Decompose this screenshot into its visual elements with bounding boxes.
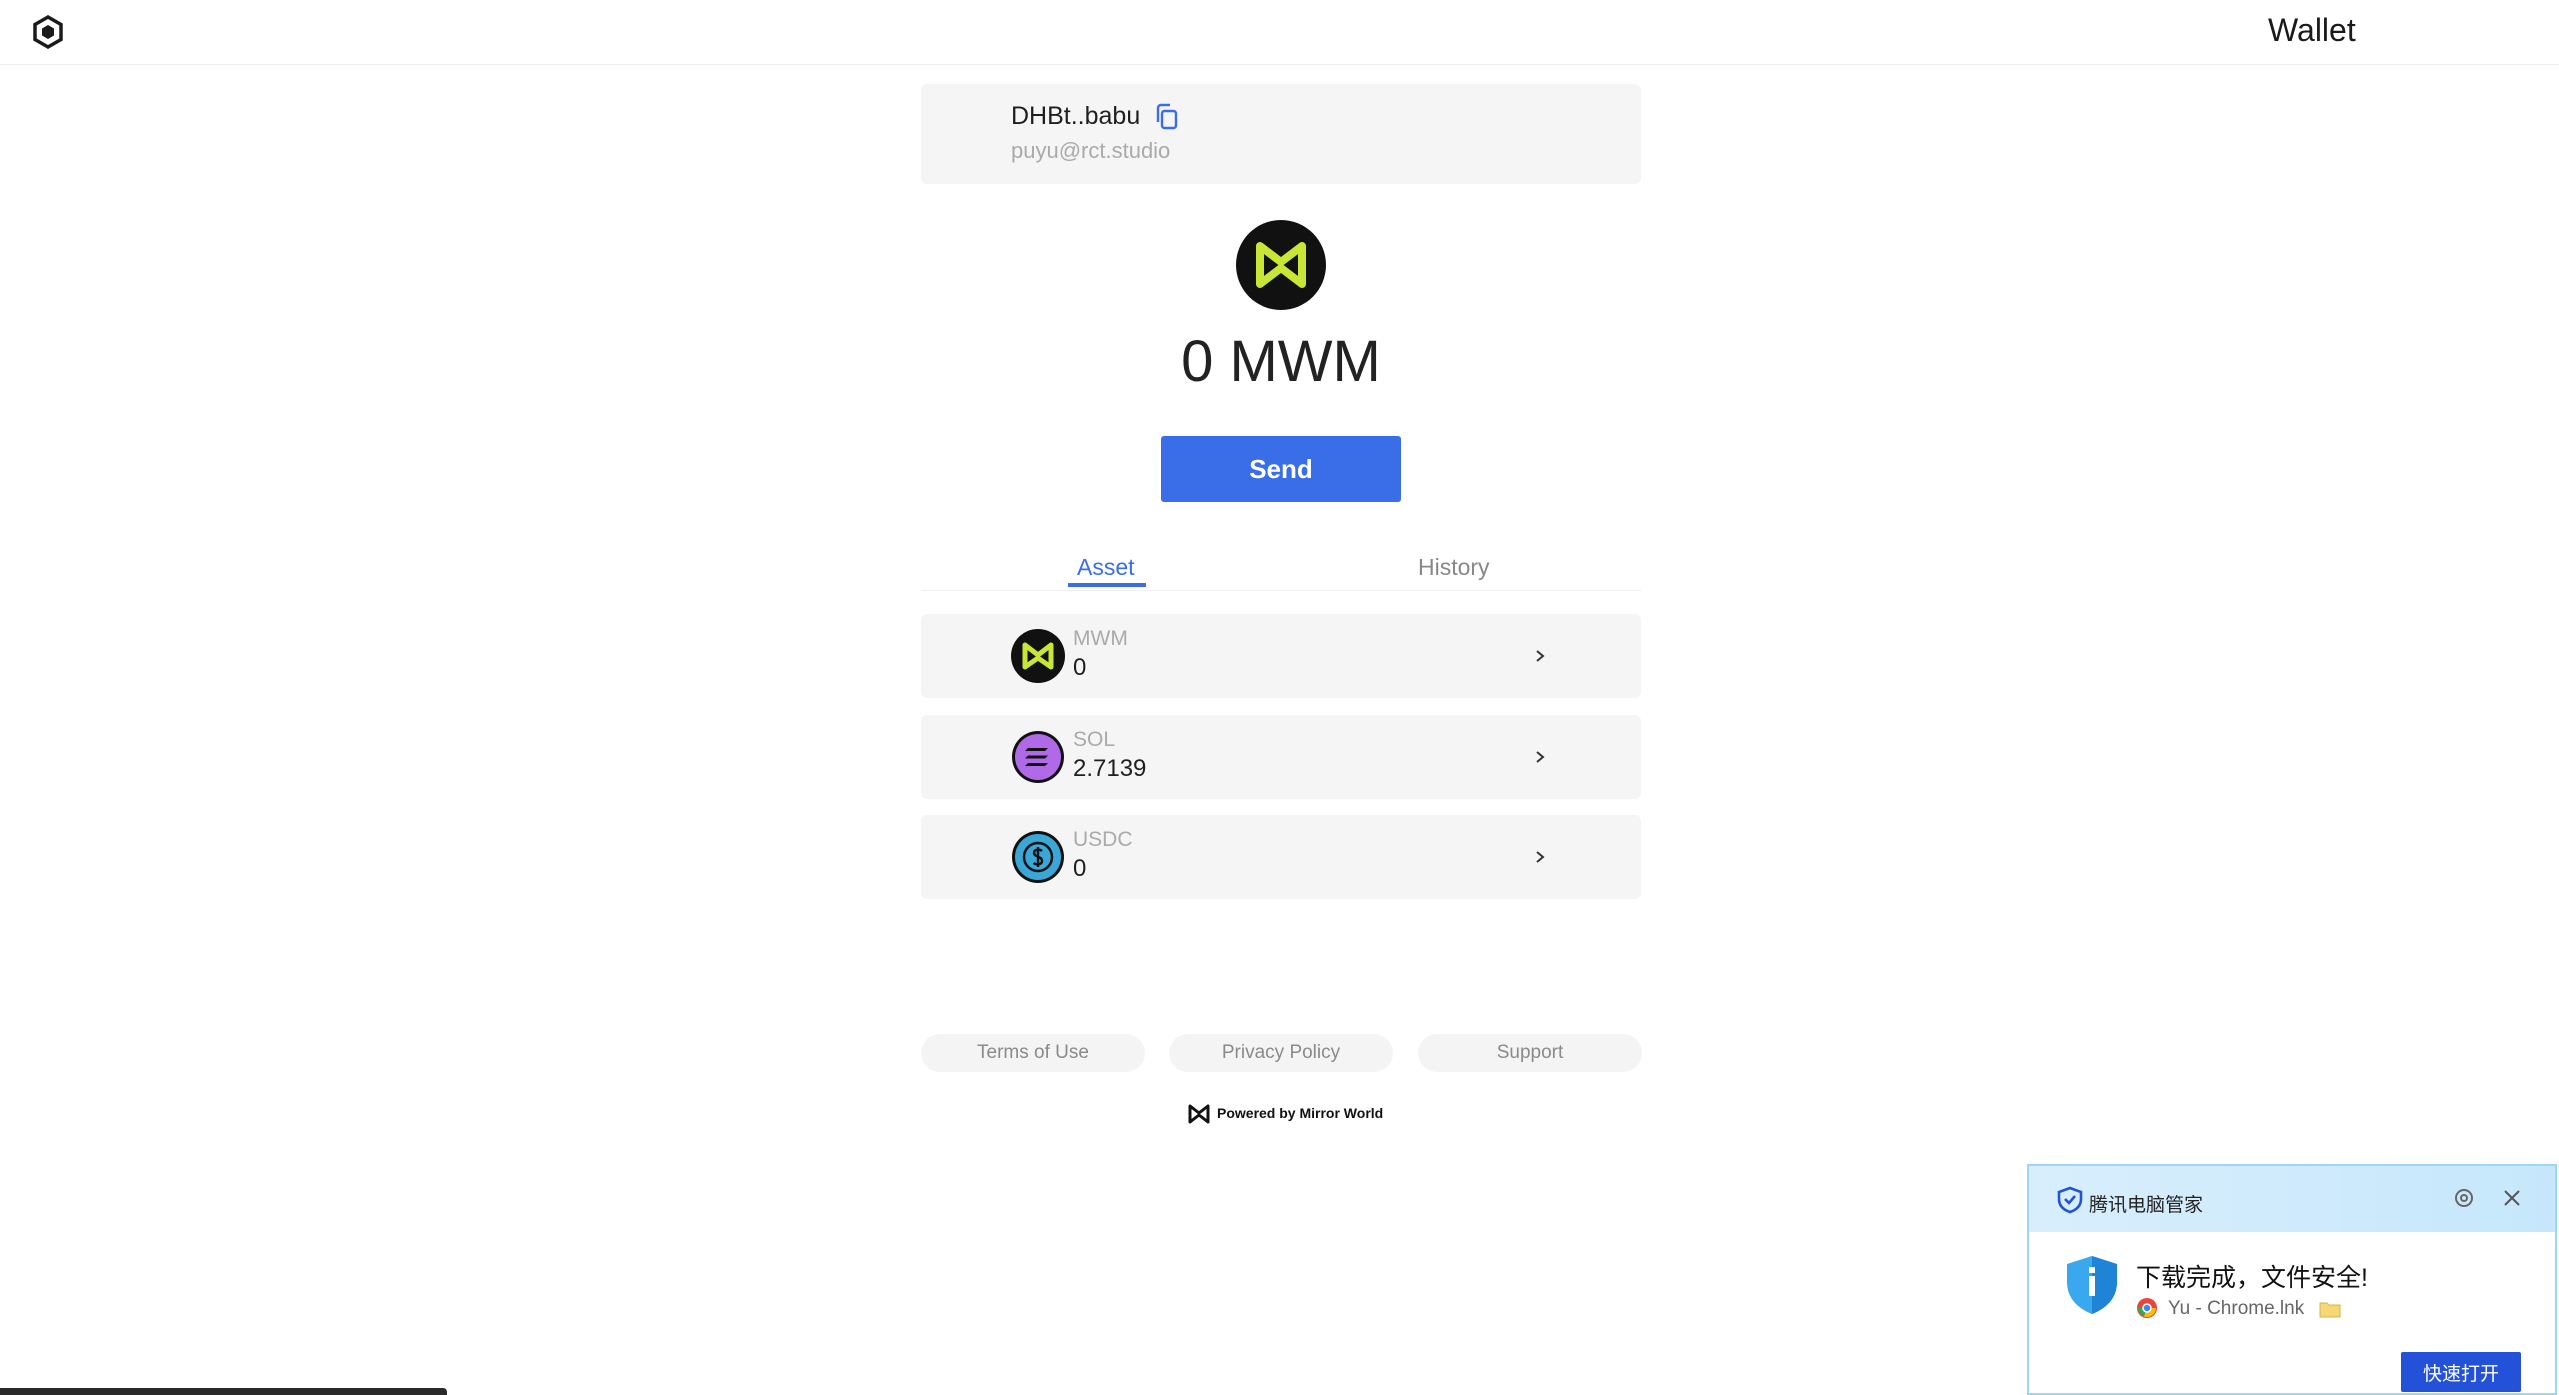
tab-bar: Asset History — [921, 550, 1641, 591]
popup-brand: 腾讯电脑管家 — [2089, 1195, 2204, 1216]
asset-row-usdc[interactable]: USDC 0 — [921, 815, 1641, 899]
asset-symbol: MWM — [1073, 627, 1128, 650]
account-email: puyu@rct.studio — [1011, 138, 1171, 163]
account-card: DHBt..babu puyu@rct.studio — [921, 84, 1641, 184]
quick-open-button[interactable]: 快速打开 — [2401, 1352, 2521, 1392]
active-tab-indicator — [1068, 583, 1146, 587]
top-bar: Wallet — [0, 0, 2559, 65]
folder-icon[interactable] — [2319, 1300, 2341, 1318]
chrome-icon — [2137, 1298, 2157, 1318]
settings-icon[interactable] — [2451, 1185, 2477, 1211]
sol-token-icon — [1012, 731, 1064, 783]
chevron-right-icon — [1536, 650, 1545, 662]
send-button[interactable]: Send — [1161, 436, 1401, 502]
usdc-token-icon — [1012, 831, 1064, 883]
asset-symbol: USDC — [1073, 828, 1133, 851]
terms-of-use-link[interactable]: Terms of Use — [921, 1034, 1145, 1072]
tab-asset[interactable]: Asset — [1077, 554, 1135, 581]
popup-message: 下载完成，文件安全! — [2136, 1264, 2368, 1292]
taskbar-edge — [0, 1388, 447, 1395]
asset-row-mwm[interactable]: MWM 0 — [921, 614, 1641, 698]
popup-header: 腾讯电脑管家 — [2029, 1166, 2555, 1232]
popup-file-name: Yu - Chrome.lnk — [2168, 1298, 2305, 1319]
hexagon-logo-icon[interactable] — [30, 14, 66, 50]
shield-icon — [2057, 1186, 2083, 1214]
chevron-right-icon — [1536, 851, 1545, 863]
privacy-policy-link[interactable]: Privacy Policy — [1169, 1034, 1393, 1072]
asset-amount: 0 — [1073, 654, 1087, 681]
asset-amount: 2.7139 — [1073, 755, 1147, 782]
page-title: Wallet — [2268, 12, 2356, 48]
download-notification: 腾讯电脑管家 下载完成，文件安全! Yu - Chrome.lnk 快速打开 — [2027, 1164, 2557, 1395]
close-icon[interactable] — [2499, 1185, 2525, 1211]
mirror-world-logo-icon — [1188, 1104, 1210, 1124]
token-balance: 0 MWM — [1181, 329, 1381, 394]
support-link[interactable]: Support — [1418, 1034, 1642, 1072]
powered-by-text: Powered by Mirror World — [1217, 1105, 1384, 1121]
security-shield-icon — [2067, 1256, 2117, 1314]
mwm-token-logo-icon — [1236, 220, 1326, 310]
asset-amount: 0 — [1073, 855, 1087, 882]
asset-symbol: SOL — [1073, 728, 1116, 751]
asset-row-sol[interactable]: SOL 2.7139 — [921, 715, 1641, 799]
tab-history[interactable]: History — [1418, 554, 1490, 581]
chevron-right-icon — [1536, 751, 1545, 763]
wallet-address: DHBt..babu — [1011, 102, 1141, 130]
mwm-token-icon — [1011, 629, 1065, 683]
copy-icon[interactable] — [1153, 102, 1181, 132]
